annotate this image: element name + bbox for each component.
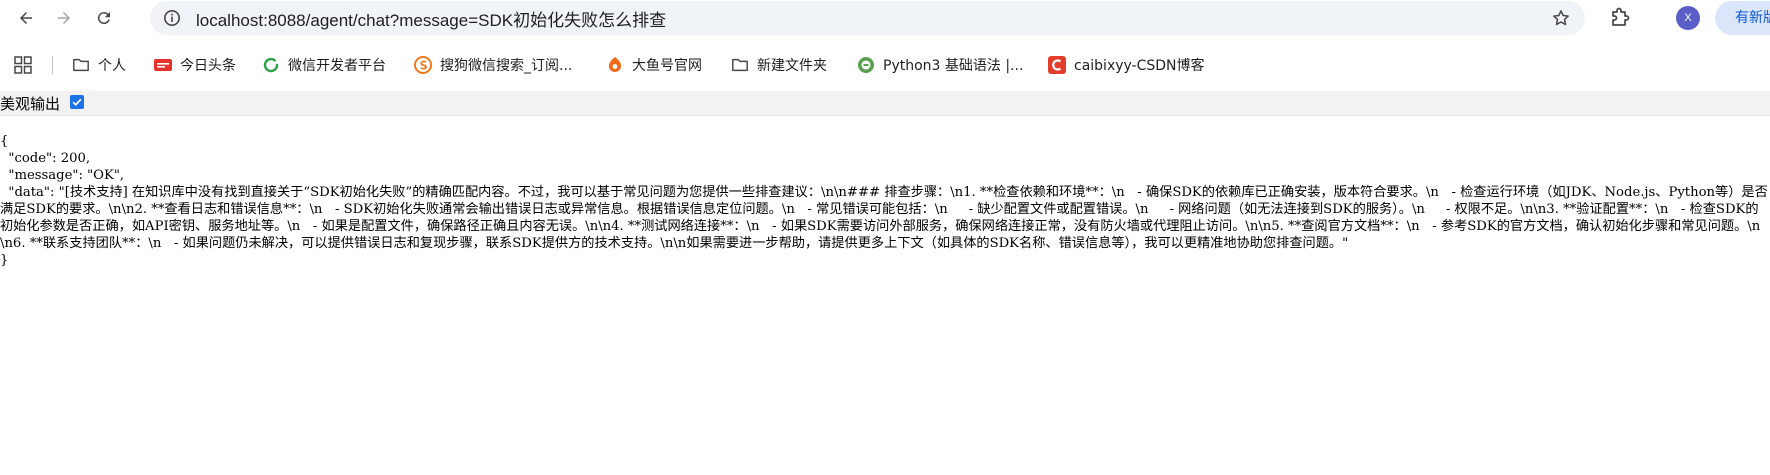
- bookmark-item[interactable]: 个人: [72, 50, 126, 80]
- profile-avatar[interactable]: X: [1676, 6, 1700, 30]
- bookmark-star-icon[interactable]: [1551, 8, 1571, 28]
- pretty-print-checkbox[interactable]: [70, 95, 84, 109]
- folder-icon: [72, 56, 90, 74]
- back-button[interactable]: [12, 4, 40, 32]
- puzzle-icon: [1612, 7, 1630, 26]
- pretty-print-label: 美观输出: [0, 95, 61, 113]
- browser-toolbar: localhost:8088/agent/chat?message=SDK初始化…: [0, 0, 1770, 36]
- json-data-line: "data": "[技术支持] 在知识库中没有找到直接关于“SDK初始化失败”的…: [0, 185, 1768, 251]
- json-open-brace: {: [0, 134, 9, 149]
- wechat-dev-icon: [262, 56, 280, 74]
- bookmark-item[interactable]: 微信开发者平台: [262, 50, 386, 80]
- bookmark-item[interactable]: 搜狗微信搜索_订阅...: [414, 50, 572, 80]
- bookmark-item[interactable]: 今日头条: [154, 50, 236, 80]
- json-message-line: "message": "OK",: [0, 168, 125, 183]
- apps-grid-icon[interactable]: [14, 56, 32, 74]
- dayu-icon: [606, 56, 624, 74]
- json-code-line: "code": 200,: [0, 151, 91, 166]
- bookmark-item[interactable]: caibixyy-CSDN博客: [1048, 50, 1205, 80]
- address-bar[interactable]: localhost:8088/agent/chat?message=SDK初始化…: [150, 1, 1585, 35]
- json-response-body: { "code": 200, "message": "OK", "data": …: [0, 133, 1770, 269]
- bookmark-item[interactable]: Python3 基础语法 |...: [857, 50, 1023, 80]
- arrow-left-icon: [20, 12, 32, 24]
- toutiao-icon: [154, 56, 172, 74]
- reload-button[interactable]: [90, 4, 118, 32]
- extensions-button[interactable]: [1608, 6, 1632, 30]
- update-button[interactable]: 有新版: [1715, 1, 1770, 35]
- python-icon: [857, 56, 875, 74]
- bookmarks-divider: [52, 56, 53, 74]
- arrow-right-icon: [58, 12, 70, 24]
- checkmark-icon: [72, 98, 82, 106]
- sogou-icon: [414, 56, 432, 74]
- reload-icon: [97, 12, 110, 25]
- csdn-icon: [1048, 56, 1066, 74]
- site-info-icon[interactable]: [162, 8, 182, 28]
- bookmark-item[interactable]: 大鱼号官网: [606, 50, 702, 80]
- json-viewer-toolbar: 美观输出: [0, 91, 1770, 116]
- json-close-brace: }: [0, 253, 9, 268]
- url-text[interactable]: localhost:8088/agent/chat?message=SDK初始化…: [196, 6, 666, 31]
- folder-icon: [731, 56, 749, 74]
- forward-button[interactable]: [50, 4, 78, 32]
- bookmark-item[interactable]: 新建文件夹: [731, 50, 827, 80]
- bookmarks-bar: 个人 今日头条 微信开发者平台 搜狗微信搜索_订阅... 大鱼号官网 新建文件夹…: [0, 50, 1770, 80]
